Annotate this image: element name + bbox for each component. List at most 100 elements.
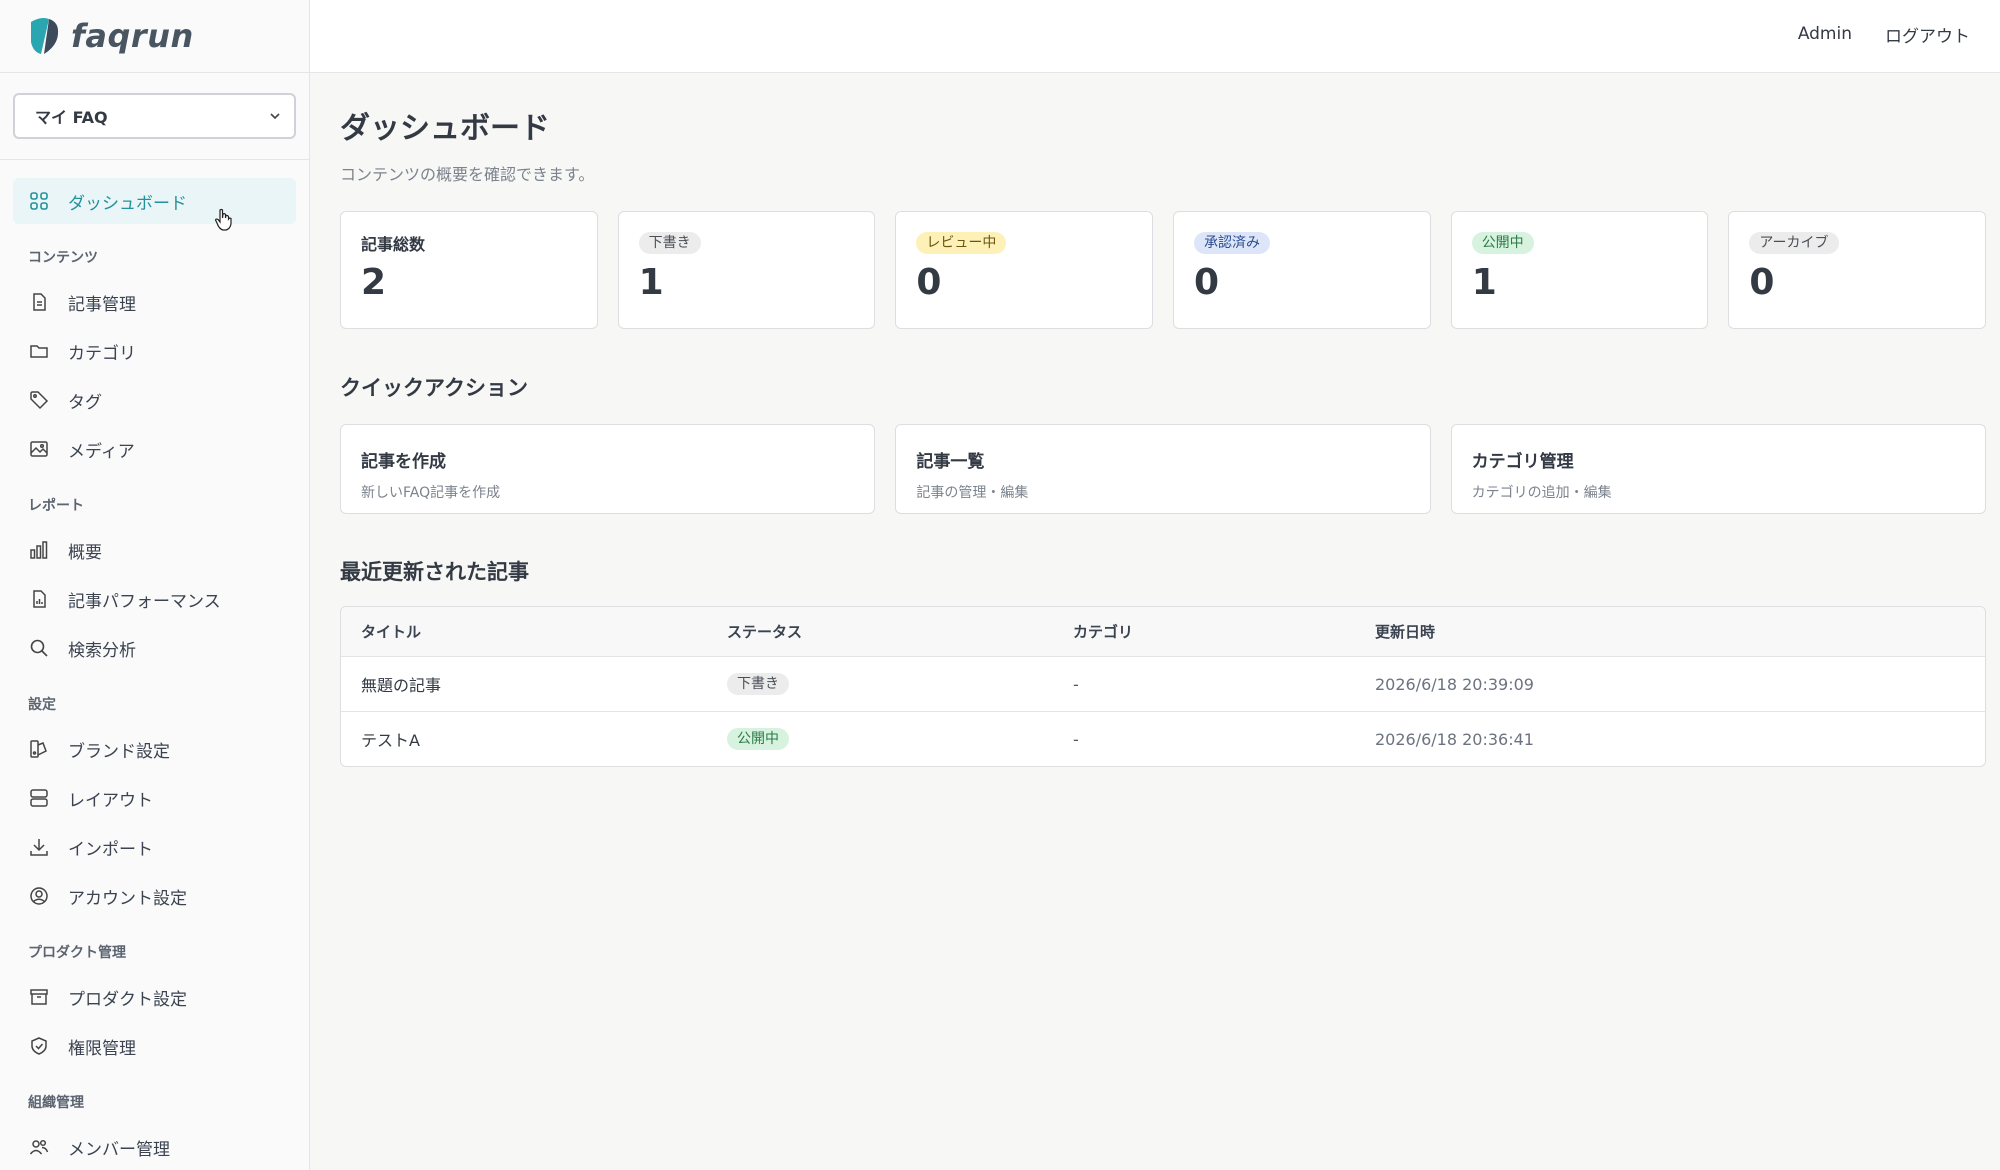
- status-badge: アーカイブ: [1749, 232, 1839, 254]
- article-category: -: [1073, 729, 1079, 749]
- article-title[interactable]: テストA: [341, 727, 727, 751]
- stat-card-draft: 下書き 1: [617, 211, 876, 329]
- sidebar: faqrun マイ FAQ ダッシュボード コンテンツ 記事管理 カテゴリ タグ: [0, 0, 310, 1170]
- sidebar-item-label: メディア: [68, 441, 135, 462]
- sidebar-item-product-settings[interactable]: プロダクト設定: [13, 974, 296, 1020]
- status-badge: 下書き: [727, 673, 789, 695]
- chevron-down-icon: [270, 113, 280, 120]
- quick-action-title: 記事を作成: [361, 452, 446, 472]
- main-content: ダッシュボード コンテンツの概要を確認できます。 記事総数 2 下書き 1 レビ…: [340, 73, 1987, 767]
- column-header: カテゴリ: [1073, 623, 1134, 641]
- sidebar-item-label: プロダクト設定: [68, 989, 187, 1010]
- logo-text: faqrun: [71, 17, 194, 55]
- sidebar-item-article-performance[interactable]: 記事パフォーマンス: [13, 576, 296, 622]
- sidebar-item-tags[interactable]: タグ: [13, 377, 296, 423]
- nav-section-report: レポート: [28, 498, 84, 514]
- stat-value: 1: [1471, 262, 1497, 303]
- sidebar-item-articles[interactable]: 記事管理: [13, 279, 296, 325]
- table-header: タイトル ステータス カテゴリ 更新日時: [341, 607, 1985, 656]
- stat-value: 0: [1194, 262, 1220, 303]
- folder-icon: [28, 340, 50, 362]
- sidebar-item-label: 記事パフォーマンス: [68, 591, 221, 612]
- tag-icon: [28, 389, 50, 411]
- status-badge: 公開中: [727, 728, 789, 750]
- document-chart-icon: [28, 588, 50, 610]
- sidebar-item-label: 権限管理: [68, 1038, 136, 1059]
- download-icon: [28, 836, 50, 858]
- stat-card-total: 記事総数 2: [340, 211, 598, 329]
- article-list-card[interactable]: 記事一覧 記事の管理・編集: [895, 424, 1431, 514]
- stat-label: 記事総数: [361, 235, 426, 254]
- project-select-value: マイ FAQ: [35, 108, 108, 127]
- sidebar-item-label: 検索分析: [68, 640, 136, 661]
- create-article-card[interactable]: 記事を作成 新しいFAQ記事を作成: [340, 424, 876, 514]
- logout-button[interactable]: ログアウト: [1885, 22, 1970, 47]
- logo[interactable]: faqrun: [0, 0, 309, 73]
- page-subtitle: コンテンツの概要を確認できます。: [340, 165, 595, 184]
- sidebar-item-brand-settings[interactable]: ブランド設定: [13, 726, 296, 772]
- column-header: 更新日時: [1375, 623, 1436, 641]
- sidebar-item-account-settings[interactable]: アカウント設定: [13, 873, 296, 919]
- layout-icon: [28, 787, 50, 809]
- sidebar-item-categories[interactable]: カテゴリ: [13, 328, 296, 374]
- table-row[interactable]: テストA 公開中 - 2026/6/18 20:36:41: [341, 711, 1985, 766]
- sidebar-item-label: ダッシュボード: [68, 193, 187, 214]
- document-icon: [28, 291, 50, 313]
- stat-value: 0: [1749, 262, 1775, 303]
- stat-value: 0: [916, 262, 942, 303]
- sidebar-item-permissions[interactable]: 権限管理: [13, 1023, 296, 1069]
- quick-actions: 記事を作成 新しいFAQ記事を作成 記事一覧 記事の管理・編集 カテゴリ管理 カ…: [340, 424, 1986, 514]
- status-badge: レビュー中: [916, 232, 1007, 254]
- user-circle-icon: [28, 885, 50, 907]
- faqrun-logo-icon: [27, 16, 61, 56]
- recent-articles-title: 最近更新された記事: [340, 560, 529, 584]
- image-icon: [28, 438, 50, 460]
- users-icon: [28, 1136, 50, 1158]
- sidebar-item-media[interactable]: メディア: [13, 426, 296, 472]
- quick-action-subtitle: 記事の管理・編集: [916, 485, 1029, 501]
- sidebar-item-overview[interactable]: 概要: [13, 527, 296, 573]
- category-management-card[interactable]: カテゴリ管理 カテゴリの追加・編集: [1450, 424, 1986, 514]
- sidebar-item-layout[interactable]: レイアウト: [13, 775, 296, 821]
- project-select[interactable]: マイ FAQ: [13, 93, 296, 139]
- article-title[interactable]: 無題の記事: [341, 672, 727, 696]
- user-name[interactable]: Admin: [1798, 24, 1852, 44]
- hand-cursor-icon: [214, 208, 234, 236]
- stat-card-published: 公開中 1: [1450, 211, 1709, 329]
- sidebar-item-dashboard[interactable]: ダッシュボード: [13, 178, 296, 224]
- shield-check-icon: [28, 1035, 50, 1057]
- table-row[interactable]: 無題の記事 下書き - 2026/6/18 20:39:09: [341, 656, 1985, 711]
- quick-action-subtitle: カテゴリの追加・編集: [1471, 485, 1612, 501]
- search-icon: [28, 637, 50, 659]
- nav-section-settings: 設定: [28, 697, 56, 713]
- sidebar-item-import[interactable]: インポート: [13, 824, 296, 870]
- sidebar-item-label: メンバー管理: [68, 1139, 170, 1160]
- quick-action-title: カテゴリ管理: [1471, 452, 1574, 472]
- sidebar-item-label: 概要: [68, 542, 102, 563]
- sidebar-item-label: レイアウト: [68, 790, 153, 811]
- status-badge: 下書き: [638, 232, 701, 254]
- palette-icon: [28, 738, 50, 760]
- stats-row: 記事総数 2 下書き 1 レビュー中 0 承認済み 0 公開中 1 アーカイブ …: [340, 211, 1987, 329]
- sidebar-item-label: アカウント設定: [68, 888, 187, 909]
- stat-value: 2: [361, 262, 387, 303]
- article-updated: 2026/6/18 20:39:09: [1375, 674, 1534, 694]
- status-badge: 公開中: [1471, 232, 1534, 254]
- stat-value: 1: [638, 262, 664, 303]
- sidebar-item-label: インポート: [68, 839, 153, 860]
- article-updated: 2026/6/18 20:36:41: [1375, 729, 1534, 749]
- archive-icon: [28, 986, 50, 1008]
- grid-icon: [28, 190, 50, 212]
- quick-action-subtitle: 新しいFAQ記事を作成: [361, 485, 501, 501]
- recent-articles-table: タイトル ステータス カテゴリ 更新日時 無題の記事 下書き - 2026/6/…: [340, 606, 1986, 767]
- stat-card-archive: アーカイブ 0: [1728, 211, 1987, 329]
- sidebar-item-members[interactable]: メンバー管理: [13, 1124, 296, 1170]
- sidebar-item-label: ブランド設定: [68, 741, 170, 762]
- quick-actions-title: クイックアクション: [340, 376, 528, 400]
- page-title: ダッシュボード: [340, 111, 550, 146]
- sidebar-item-search-analytics[interactable]: 検索分析: [13, 625, 296, 671]
- sidebar-item-label: 記事管理: [68, 294, 136, 315]
- article-category: -: [1073, 674, 1079, 694]
- nav-section-product: プロダクト管理: [28, 945, 126, 961]
- column-header: タイトル: [361, 623, 422, 641]
